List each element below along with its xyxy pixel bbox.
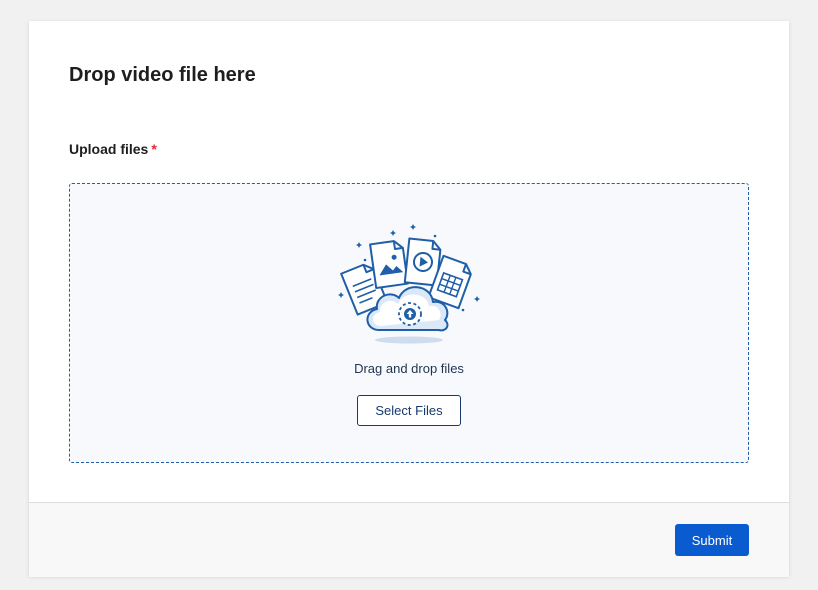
upload-files-label-text: Upload files <box>69 141 149 157</box>
submit-button[interactable]: Submit <box>675 524 749 556</box>
card-title: Drop video file here <box>69 64 256 86</box>
select-files-button[interactable]: Select Files <box>357 395 461 426</box>
upload-card: Drop video file here Upload files * Drag… <box>29 21 789 577</box>
required-marker: * <box>151 141 157 157</box>
card-footer: Submit <box>29 502 789 577</box>
drag-drop-text: Drag and drop files <box>354 361 464 376</box>
file-dropzone[interactable]: Drag and drop files Select Files <box>69 183 749 463</box>
upload-files-label: Upload files * <box>69 139 157 159</box>
cloud-upload-files-icon <box>338 224 480 344</box>
